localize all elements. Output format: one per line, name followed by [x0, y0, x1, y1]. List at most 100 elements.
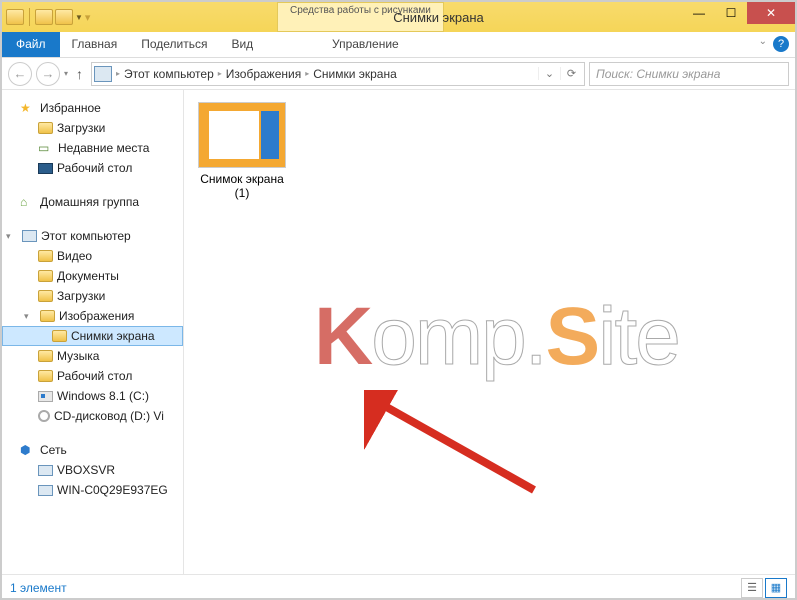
- expand-icon[interactable]: ▾: [24, 311, 34, 322]
- crumb-pictures[interactable]: Изображения: [222, 67, 305, 81]
- desktop-icon: [38, 163, 53, 174]
- folder-icon: [38, 290, 53, 302]
- history-dropdown-icon[interactable]: ▾: [64, 69, 68, 78]
- drive-icon: [38, 391, 53, 402]
- recent-icon: ▭: [38, 141, 54, 155]
- tree-label: Избранное: [40, 101, 101, 115]
- content-area[interactable]: Снимок экрана (1) Komp.Site: [184, 90, 795, 574]
- tree-label: VBOXSVR: [57, 463, 115, 477]
- tree-label: Видео: [57, 249, 92, 263]
- search-input[interactable]: Поиск: Снимки экрана: [589, 62, 789, 86]
- navigation-bar: ← → ▾ ↑ ▸ Этот компьютер ▸ Изображения ▸…: [2, 58, 795, 90]
- tree-label: Windows 8.1 (C:): [57, 389, 149, 403]
- sidebar-network[interactable]: ⬢ Сеть: [2, 440, 183, 460]
- tree-label: WIN-C0Q29E937EG: [57, 483, 168, 497]
- folder-icon: [38, 250, 53, 262]
- netpc-icon: [38, 485, 53, 496]
- view-icons-button[interactable]: ▦: [765, 578, 787, 598]
- help-icon[interactable]: ?: [773, 36, 789, 52]
- file-item[interactable]: Снимок экрана (1): [196, 102, 288, 200]
- titlebar: ▼ ▾ Средства работы с рисунками Снимки э…: [2, 2, 795, 32]
- window-controls: — ☐ ✕: [683, 2, 795, 24]
- separator: [29, 8, 30, 26]
- address-dropdown-icon[interactable]: ⌄: [538, 67, 560, 80]
- sidebar-item-downloads-2[interactable]: Загрузки: [2, 286, 183, 306]
- sidebar-item-videos[interactable]: Видео: [2, 246, 183, 266]
- quick-access-toolbar: ▼ ▾: [2, 8, 94, 26]
- sidebar-item-winpc[interactable]: WIN-C0Q29E937EG: [2, 480, 183, 500]
- tree-label: Недавние места: [58, 141, 149, 155]
- watermark: Komp.Site: [314, 290, 679, 384]
- window-title: Снимки экрана: [313, 10, 484, 25]
- file-label: Снимок экрана (1): [196, 172, 288, 200]
- file-tab[interactable]: Файл: [2, 32, 60, 57]
- tree-label: Загрузки: [57, 289, 105, 303]
- tab-view[interactable]: Вид: [219, 32, 265, 57]
- sidebar-item-documents[interactable]: Документы: [2, 266, 183, 286]
- sidebar-item-pictures[interactable]: ▾ Изображения: [2, 306, 183, 326]
- homegroup-icon: ⌂: [20, 195, 36, 209]
- qat-dropdown-icon[interactable]: ▼: [75, 13, 83, 22]
- sidebar-item-screenshots[interactable]: Снимки экрана: [2, 326, 183, 346]
- tree-label: Снимки экрана: [71, 329, 155, 343]
- close-button[interactable]: ✕: [747, 2, 795, 24]
- ribbon-tabs: Файл Главная Поделиться Вид Управление ⌄…: [2, 32, 795, 58]
- tree-label: Документы: [57, 269, 119, 283]
- annotation-arrow: [364, 390, 564, 510]
- tree-label: Музыка: [57, 349, 99, 363]
- statusbar: 1 элемент ☰ ▦: [2, 574, 795, 600]
- folder-icon: [40, 310, 55, 322]
- refresh-icon[interactable]: ⟳: [560, 67, 582, 80]
- address-bar[interactable]: ▸ Этот компьютер ▸ Изображения ▸ Снимки …: [91, 62, 585, 86]
- netpc-icon: [38, 465, 53, 476]
- sidebar-item-downloads[interactable]: Загрузки: [2, 118, 183, 138]
- pc-icon: [22, 230, 37, 242]
- tab-home[interactable]: Главная: [60, 32, 130, 57]
- crumb-screenshots[interactable]: Снимки экрана: [309, 67, 401, 81]
- sidebar-item-drive-c[interactable]: Windows 8.1 (C:): [2, 386, 183, 406]
- folder-icon: [38, 350, 53, 362]
- sidebar-item-recent[interactable]: ▭ Недавние места: [2, 138, 183, 158]
- folder-icon: [38, 122, 53, 134]
- tree-label: CD-дисковод (D:) Vi: [54, 409, 164, 423]
- sidebar-homegroup[interactable]: ⌂ Домашняя группа: [2, 192, 183, 212]
- tree-label: Изображения: [59, 309, 134, 323]
- crumb-computer[interactable]: Этот компьютер: [120, 67, 218, 81]
- ribbon-expand-icon[interactable]: ⌄: [759, 36, 767, 52]
- qat-customize-icon[interactable]: ▾: [85, 11, 91, 24]
- new-folder-icon[interactable]: [55, 9, 73, 25]
- sidebar-item-cd-drive[interactable]: CD-дисковод (D:) Vi: [2, 406, 183, 426]
- sidebar-item-desktop[interactable]: Рабочий стол: [2, 158, 183, 178]
- maximize-button[interactable]: ☐: [715, 2, 747, 24]
- tree-label: Сеть: [40, 443, 67, 457]
- properties-icon[interactable]: [35, 9, 53, 25]
- tree-label: Загрузки: [57, 121, 105, 135]
- navigation-pane: ★ Избранное Загрузки ▭ Недавние места Рабо…: [2, 90, 184, 574]
- folder-icon: [52, 330, 67, 342]
- minimize-button[interactable]: —: [683, 2, 715, 24]
- sidebar-computer[interactable]: ▾ Этот компьютер: [2, 226, 183, 246]
- tree-label: Рабочий стол: [57, 369, 132, 383]
- sidebar-item-vboxsvr[interactable]: VBOXSVR: [2, 460, 183, 480]
- sidebar-item-desktop-2[interactable]: Рабочий стол: [2, 366, 183, 386]
- folder-icon: [38, 270, 53, 282]
- back-button[interactable]: ←: [8, 62, 32, 86]
- pc-icon: [94, 66, 112, 82]
- folder-icon: [38, 370, 53, 382]
- forward-button[interactable]: →: [36, 62, 60, 86]
- file-thumbnail: [198, 102, 286, 168]
- sidebar-favorites[interactable]: ★ Избранное: [2, 98, 183, 118]
- tab-share[interactable]: Поделиться: [129, 32, 219, 57]
- tree-label: Рабочий стол: [57, 161, 132, 175]
- tree-label: Этот компьютер: [41, 229, 131, 243]
- view-details-button[interactable]: ☰: [741, 578, 763, 598]
- tab-manage[interactable]: Управление: [320, 32, 411, 56]
- expand-icon[interactable]: ▾: [6, 231, 16, 242]
- tree-label: Домашняя группа: [40, 195, 139, 209]
- status-text: 1 элемент: [10, 581, 67, 595]
- star-icon: ★: [20, 101, 36, 115]
- sidebar-item-music[interactable]: Музыка: [2, 346, 183, 366]
- up-button[interactable]: ↑: [72, 66, 87, 82]
- app-icon[interactable]: [6, 9, 24, 25]
- network-icon: ⬢: [20, 443, 36, 457]
